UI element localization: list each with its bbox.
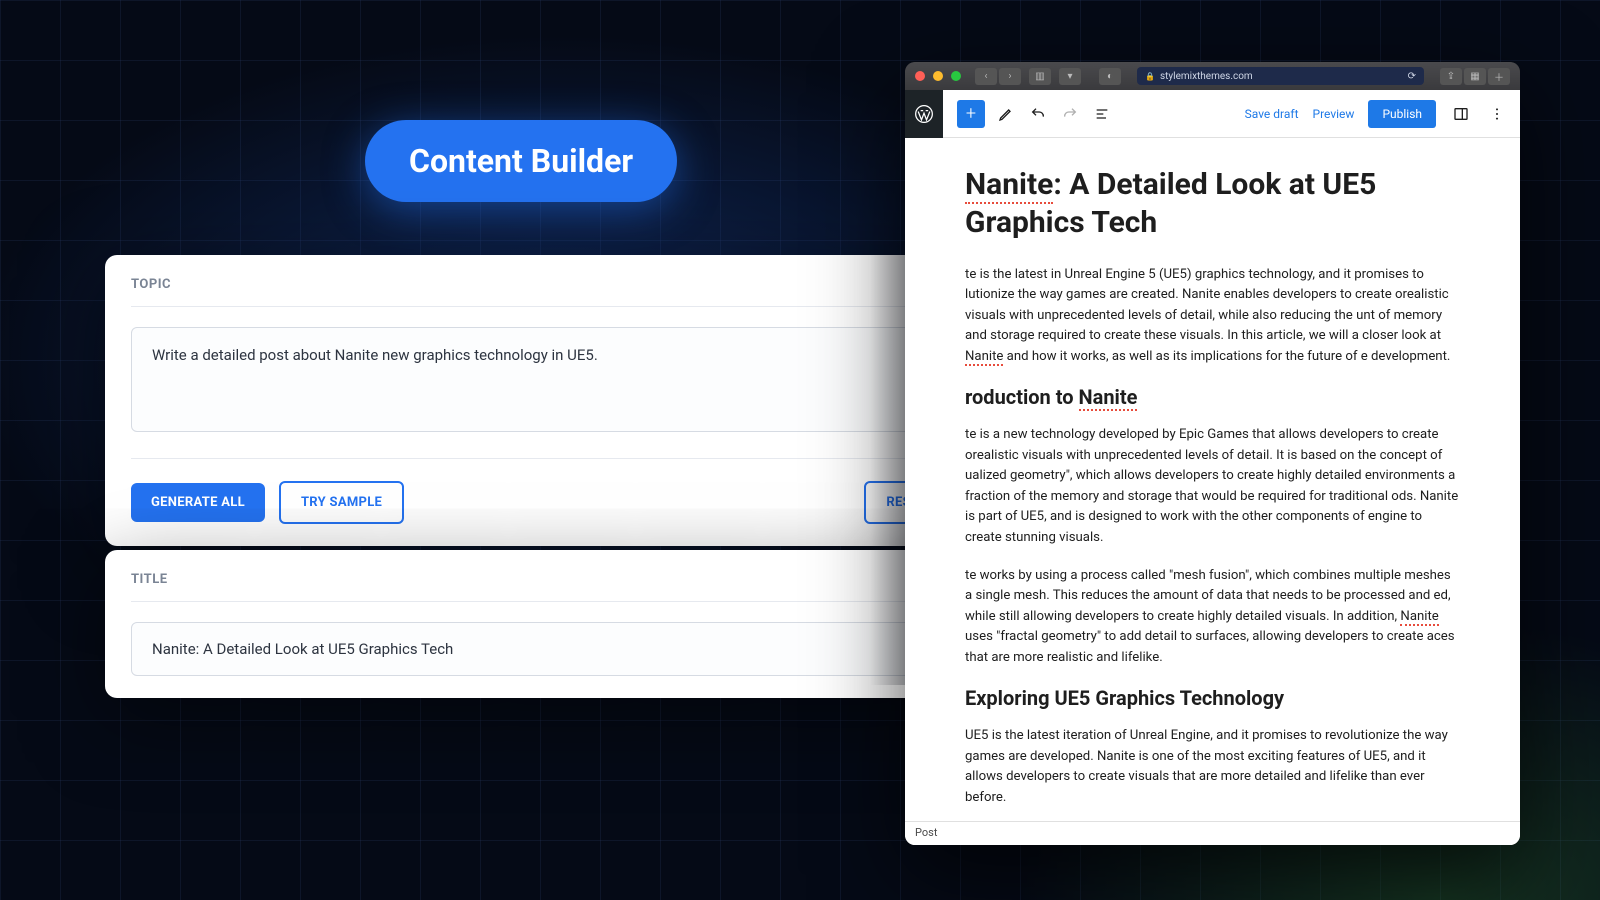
more-icon[interactable] xyxy=(1486,103,1508,125)
post-heading[interactable]: roduction to Nanite xyxy=(965,385,1460,409)
topic-label: TOPIC xyxy=(131,277,949,307)
edit-icon[interactable] xyxy=(995,103,1017,125)
wp-toolbar: + Save draft Preview Publish xyxy=(905,90,1520,138)
browser-window: ‹ › ▥ ▾ ◐ 🔒 stylemixthemes.com ⟳ ⇪ ▦ ＋ xyxy=(905,62,1520,845)
redo-icon[interactable] xyxy=(1059,103,1081,125)
nanite-word: Nanite xyxy=(965,167,1053,204)
back-icon[interactable]: ‹ xyxy=(975,68,997,85)
traffic-light-close-icon[interactable] xyxy=(915,71,925,81)
tabs-icon[interactable]: ▦ xyxy=(1464,68,1486,85)
details-icon[interactable] xyxy=(1091,103,1113,125)
try-sample-button[interactable]: TRY SAMPLE xyxy=(279,481,404,524)
shield-icon[interactable]: ◐ xyxy=(1099,68,1121,85)
browser-chrome: ‹ › ▥ ▾ ◐ 🔒 stylemixthemes.com ⟳ ⇪ ▦ ＋ xyxy=(905,62,1520,90)
generate-all-button[interactable]: GENERATE ALL xyxy=(131,483,265,522)
content-builder-badge: Content Builder xyxy=(365,120,677,202)
topic-input[interactable]: Write a detailed post about Nanite new g… xyxy=(131,327,949,432)
post-title[interactable]: Nanite: A Detailed Look at UE5 Graphics … xyxy=(965,166,1460,241)
url-bar[interactable]: 🔒 stylemixthemes.com ⟳ xyxy=(1137,67,1424,85)
sidebar-icon[interactable]: ▥ xyxy=(1029,68,1051,85)
title-label: TITLE xyxy=(131,572,949,602)
publish-button[interactable]: Publish xyxy=(1368,100,1436,128)
post-paragraph[interactable]: te is the latest in Unreal Engine 5 (UE5… xyxy=(965,265,1460,367)
topic-panel: TOPIC Write a detailed post about Nanite… xyxy=(105,255,975,546)
post-paragraph[interactable]: UE5 is the latest iteration of Unreal En… xyxy=(965,726,1460,808)
settings-panel-icon[interactable] xyxy=(1450,103,1472,125)
dropdown-icon[interactable]: ▾ xyxy=(1059,68,1081,85)
wordpress-logo-icon[interactable] xyxy=(905,90,943,138)
post-paragraph[interactable]: te works by using a process called "mesh… xyxy=(965,566,1460,668)
post-paragraph[interactable]: te is a new technology developed by Epic… xyxy=(965,425,1460,548)
undo-icon[interactable] xyxy=(1027,103,1049,125)
title-panel: TITLE Nanite: A Detailed Look at UE5 Gra… xyxy=(105,550,975,698)
new-tab-icon[interactable]: ＋ xyxy=(1488,68,1510,85)
add-block-button[interactable]: + xyxy=(957,100,985,128)
url-text: stylemixthemes.com xyxy=(1160,71,1253,82)
traffic-light-min-icon[interactable] xyxy=(933,71,943,81)
wordpress-editor: + Save draft Preview Publish Nanite: A D… xyxy=(905,90,1520,845)
share-icon[interactable]: ⇪ xyxy=(1440,68,1462,85)
lock-icon: 🔒 xyxy=(1145,72,1155,81)
traffic-light-max-icon[interactable] xyxy=(951,71,961,81)
reload-icon[interactable]: ⟳ xyxy=(1408,71,1416,82)
post-heading[interactable]: Exploring UE5 Graphics Technology xyxy=(965,686,1460,710)
preview-button[interactable]: Preview xyxy=(1313,107,1355,121)
title-input[interactable]: Nanite: A Detailed Look at UE5 Graphics … xyxy=(131,622,949,676)
wp-footer: Post xyxy=(905,821,1520,845)
nav-buttons: ‹ › xyxy=(975,68,1021,85)
topic-buttons: GENERATE ALL TRY SAMPLE RESET xyxy=(131,458,949,524)
wp-content[interactable]: Nanite: A Detailed Look at UE5 Graphics … xyxy=(905,138,1520,821)
forward-icon[interactable]: › xyxy=(999,68,1021,85)
save-draft-button[interactable]: Save draft xyxy=(1245,107,1299,121)
